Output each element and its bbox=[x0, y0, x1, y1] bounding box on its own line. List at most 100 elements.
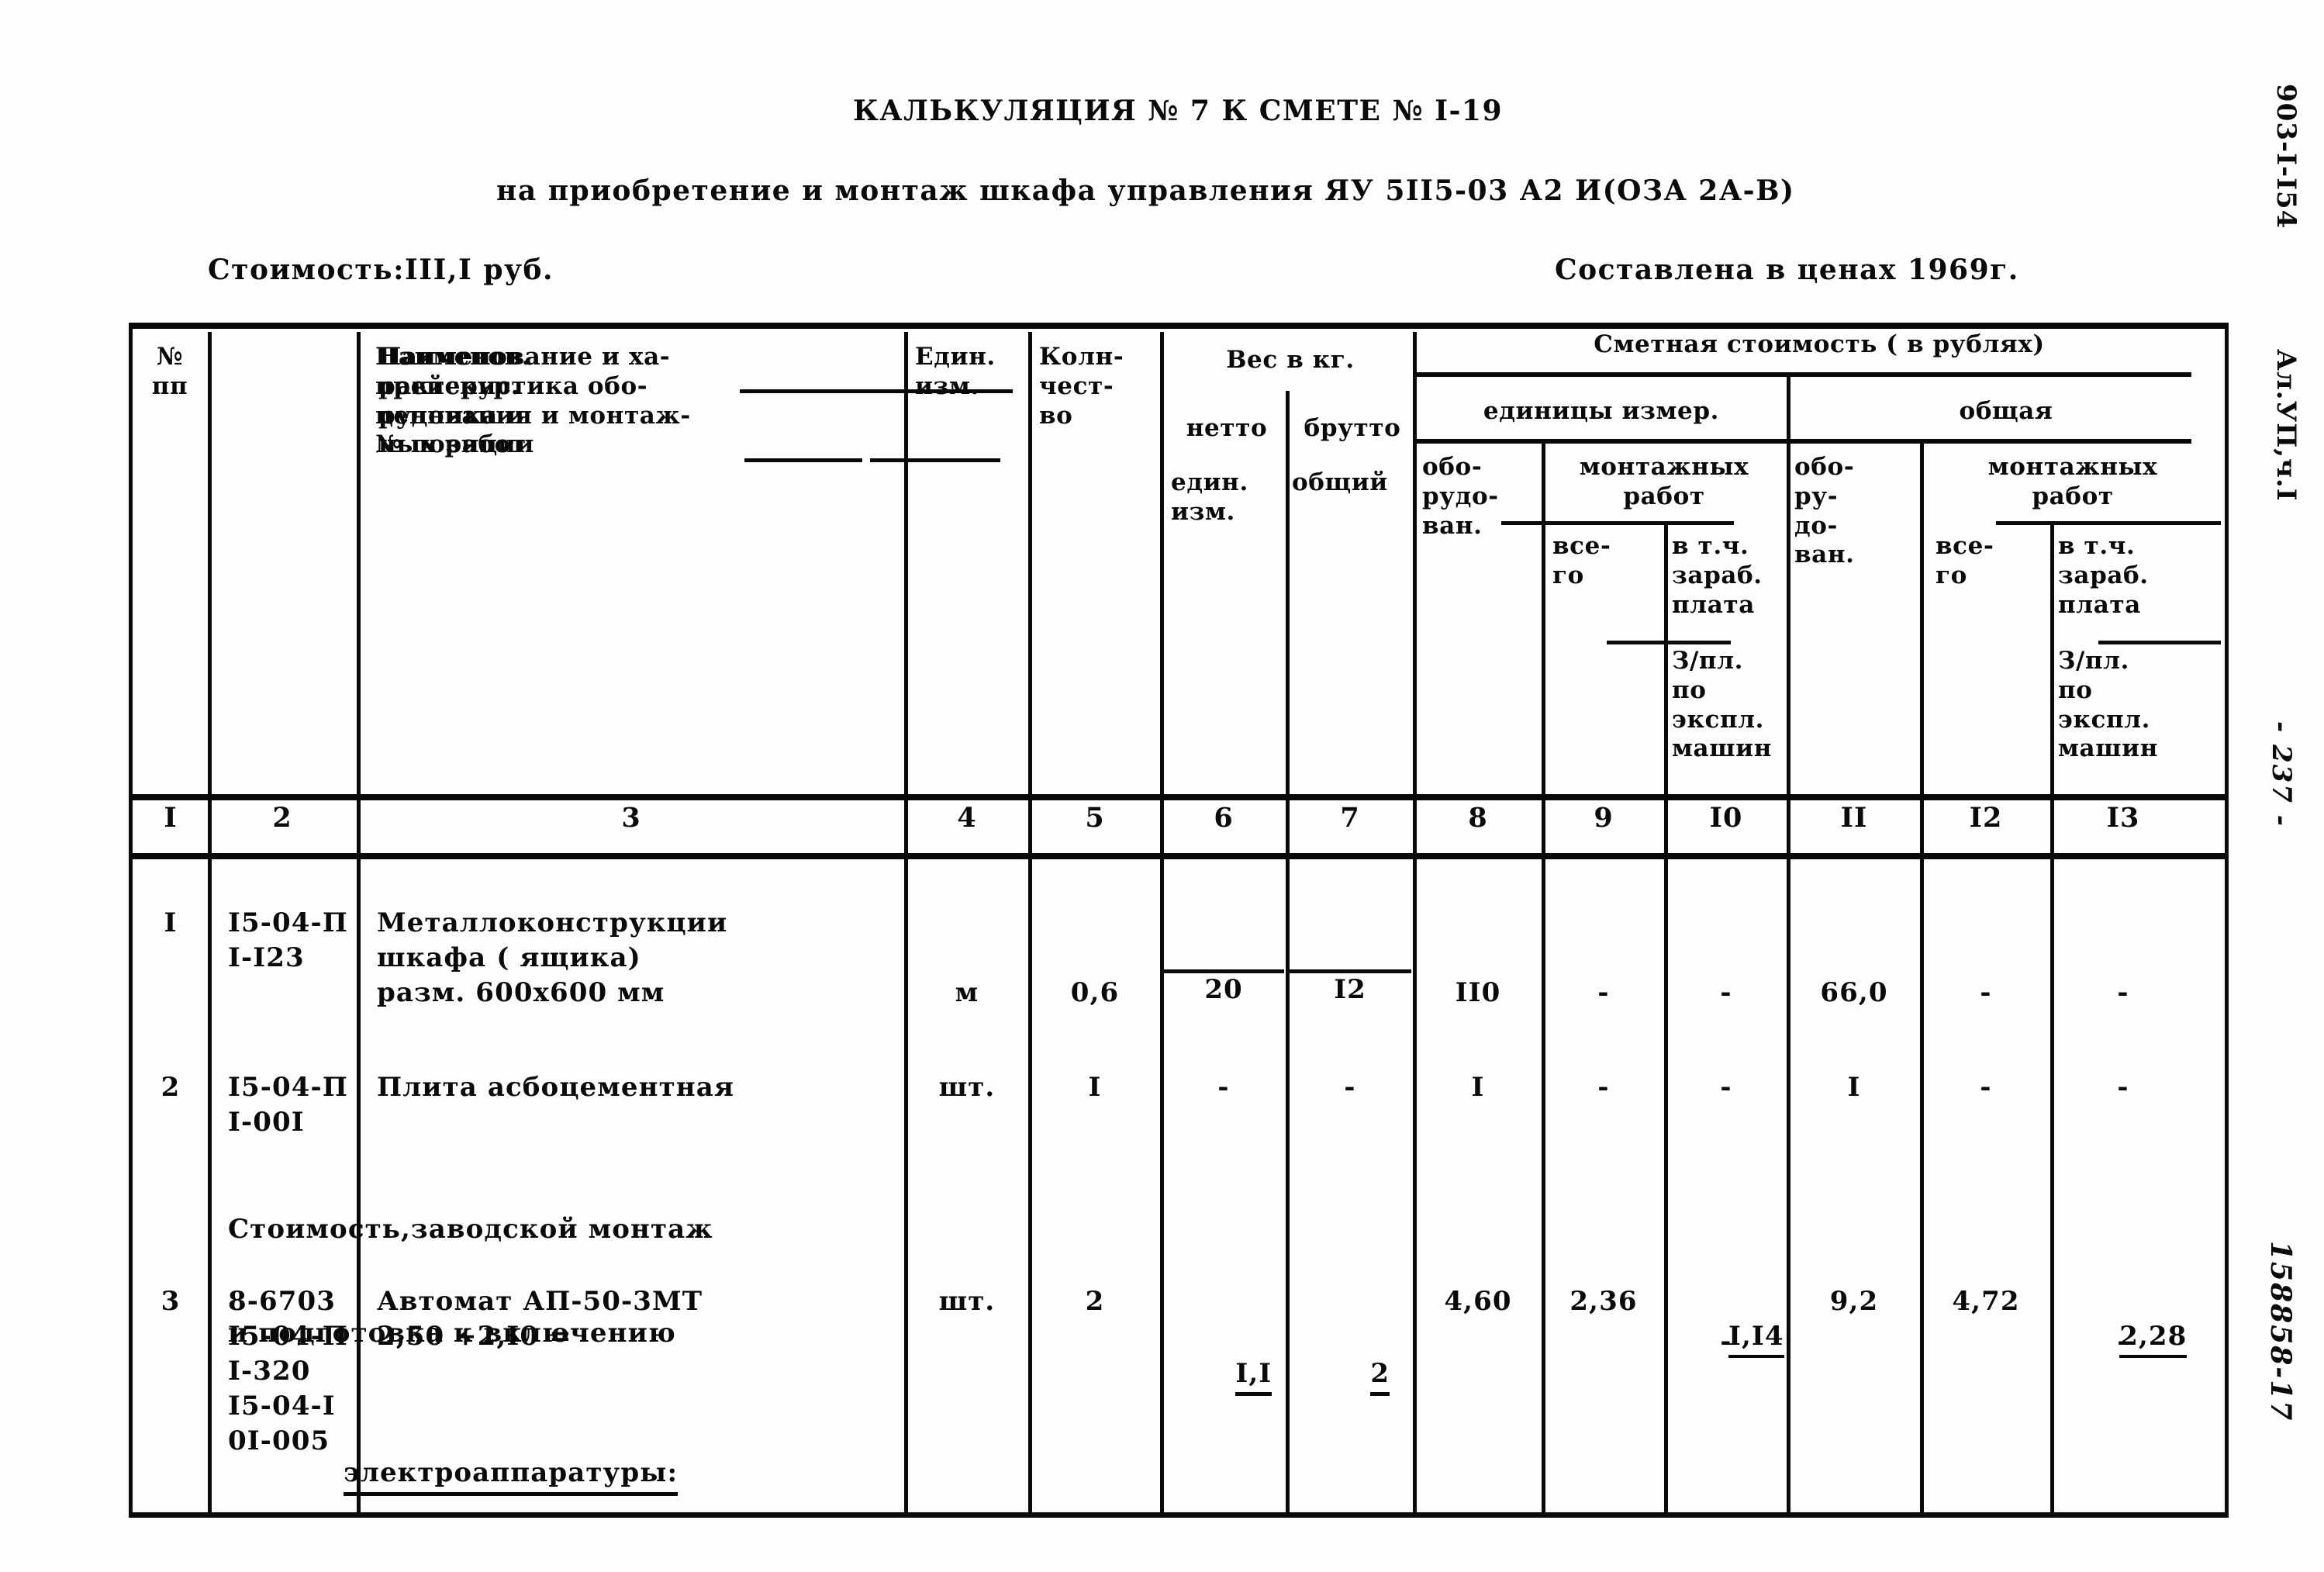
note-line-1: Стоимость,заводской монтаж bbox=[228, 1213, 713, 1245]
row2-brutto: - bbox=[1344, 1072, 1356, 1103]
header-cost-group: Сметная стоимость ( в рублях) bbox=[1594, 330, 2045, 358]
colnum-11: II bbox=[1840, 802, 1868, 834]
margin-top-code: 903-I-I54 bbox=[2270, 84, 2302, 230]
row1-unit-install-wage: - bbox=[1720, 977, 1732, 1008]
row2-unit-equipment: I bbox=[1471, 1072, 1485, 1103]
header-total-equipment: обо- ру- до- ван. bbox=[1794, 453, 1855, 569]
header-unit-install: монтажных работ bbox=[1579, 453, 1749, 510]
colnum-3: 3 bbox=[621, 802, 641, 834]
header-col4: Един. изм. bbox=[915, 343, 996, 400]
row3-total-install-all: 4,72 bbox=[1952, 1286, 2020, 1317]
document-page: КАЛЬКУЛЯЦИЯ № 7 К СМЕТЕ № I-19 на приобр… bbox=[0, 0, 2324, 1572]
header-col5: Колн- чест- во bbox=[1039, 343, 1124, 430]
row2-unit-install-all: - bbox=[1597, 1072, 1610, 1103]
edinicy-obshchaya-underline bbox=[1416, 439, 2191, 444]
row3-total-install-wage-sub: - bbox=[2117, 1326, 2129, 1357]
row1-total-equipment: 66,0 bbox=[1820, 977, 1888, 1008]
header-total-install: монтажных работ bbox=[1987, 453, 2158, 510]
header-unit-install-wage: в т.ч. зараб. плата bbox=[1672, 532, 1763, 619]
colnum-2: 2 bbox=[272, 802, 292, 834]
header-weight-brutto-sub: общий bbox=[1292, 468, 1388, 496]
header-unit-equipment: обо- рудо- ван. bbox=[1422, 453, 1499, 540]
row2-total-install-wage: - bbox=[2117, 1072, 2129, 1103]
row2-netto: - bbox=[1217, 1072, 1230, 1103]
colnum-5: 5 bbox=[1085, 802, 1105, 834]
colnum-13: I3 bbox=[2106, 802, 2140, 834]
row2-total-install-all: - bbox=[1980, 1072, 1992, 1103]
montazhnyh-rabot-underline-right bbox=[1996, 521, 2221, 525]
vrule-c1-c2 bbox=[208, 332, 212, 1512]
row3-netto-value: I,I bbox=[1235, 1356, 1273, 1396]
colnum-6: 6 bbox=[1214, 802, 1234, 834]
row1-unit-equipment: II0 bbox=[1455, 977, 1501, 1008]
row1-brutto-fraction: I2 bbox=[1289, 969, 1411, 1005]
colnum-10: I0 bbox=[1709, 802, 1743, 834]
row3-brutto: 2 bbox=[1289, 1322, 1411, 1431]
colnum-9: 9 bbox=[1594, 802, 1614, 834]
row3-netto: I,I bbox=[1163, 1322, 1284, 1431]
header-weight-group: Вес в кг. bbox=[1226, 346, 1355, 374]
row1-price-code: I5-04-П I-I23 bbox=[228, 907, 348, 973]
row2-unit-install-wage: - bbox=[1720, 1072, 1732, 1103]
header-total-install-all: все- го bbox=[1936, 532, 1994, 589]
row1-no: I bbox=[164, 907, 178, 938]
smetnaya-underline bbox=[1416, 372, 2191, 377]
row3-no: 3 bbox=[161, 1286, 181, 1317]
row1-netto-fraction: 20 bbox=[1163, 969, 1284, 1005]
row1-brutto-bar bbox=[1289, 969, 1411, 973]
header-col1: № пп bbox=[151, 343, 188, 400]
vrule-c10-c11 bbox=[1787, 375, 1790, 1512]
margin-bottom-code: 158858-17 bbox=[2264, 1241, 2297, 1422]
row3-brutto-value: 2 bbox=[1370, 1356, 1390, 1396]
margin-page-number: - 237 - bbox=[2266, 721, 2297, 827]
colnum-1: I bbox=[164, 802, 178, 834]
plata-underline-right bbox=[2098, 641, 2221, 644]
colnum-12: I2 bbox=[1969, 802, 2003, 834]
row3-total-equipment: 9,2 bbox=[1829, 1286, 1879, 1317]
header-total-install-wage-sub: З/пл. по экспл. машин bbox=[2058, 647, 2159, 763]
row3-price-code: 8-6703 I5-04-П I-320 I5-04-I 0I-005 bbox=[228, 1286, 348, 1456]
header-col3: Наименование и ха- рактеристика обо- руд… bbox=[378, 343, 691, 459]
row3-description: Автомат АП-50-3МТ 2,50 +2,I0 = bbox=[377, 1286, 703, 1352]
colnum-8: 8 bbox=[1468, 802, 1488, 834]
plata-underline-left bbox=[1607, 641, 1731, 644]
row2-no: 2 bbox=[161, 1072, 181, 1103]
header-total-install-wage: в т.ч. зараб. плата bbox=[2058, 532, 2149, 619]
total-cost-label: Стоимость:III,I руб. bbox=[208, 254, 554, 286]
row3-unit-equipment: 4,60 bbox=[1444, 1286, 1512, 1317]
row1-description: Металлоконструкции шкафа ( ящика) разм. … bbox=[377, 907, 728, 1008]
row2-description: Плита асбоцементная bbox=[377, 1072, 735, 1103]
row1-unit: м bbox=[955, 977, 979, 1008]
header-weight-netto-sub: един. изм. bbox=[1171, 468, 1248, 526]
colnum-bottom-border bbox=[129, 853, 2229, 859]
vrule-left-edge bbox=[129, 323, 133, 1518]
row1-unit-install-all: - bbox=[1597, 977, 1610, 1008]
note-line-3: электроаппаратуры: bbox=[344, 1456, 679, 1496]
row2-total-equipment: I bbox=[1847, 1072, 1861, 1103]
page-title: КАЛЬКУЛЯЦИЯ № 7 К СМЕТЕ № I-19 bbox=[853, 95, 1504, 127]
row1-total-install-wage: - bbox=[2117, 977, 2129, 1008]
row2-qty: I bbox=[1088, 1072, 1102, 1103]
margin-album: Ал.УП,ч.I bbox=[2270, 349, 2302, 502]
colnum-7: 7 bbox=[1340, 802, 1360, 834]
header-weight-brutto: брутто bbox=[1304, 414, 1401, 442]
row2-unit: шт. bbox=[938, 1072, 996, 1103]
table-top-border bbox=[129, 323, 2229, 329]
page-subtitle: на приобретение и монтаж шкафа управлени… bbox=[496, 174, 1795, 207]
vrule-c3-c4 bbox=[904, 332, 908, 1512]
header-cost-total: общая bbox=[1959, 397, 2053, 425]
row1-netto-den: 20 bbox=[1204, 974, 1243, 1005]
calculation-table: № пп Наименов. прейскур. ценника и № поз… bbox=[129, 323, 2229, 1518]
vrule-c7-c8 bbox=[1413, 332, 1417, 1512]
row1-total-install-all: - bbox=[1980, 977, 1992, 1008]
header-unit-install-all: все- го bbox=[1552, 532, 1611, 589]
row3-unit: шт. bbox=[938, 1286, 996, 1317]
row1-qty: 0,6 bbox=[1070, 977, 1120, 1008]
row3-unit-install-all: 2,36 bbox=[1569, 1286, 1638, 1317]
row3-unit-install-wage-sub: - bbox=[1720, 1326, 1732, 1357]
montazhnyh-rabot-underline-left bbox=[1501, 521, 1734, 525]
row2-price-code: I5-04-П I-00I bbox=[228, 1072, 348, 1138]
header-unit-install-wage-sub: З/пл. по экспл. машин bbox=[1672, 647, 1773, 763]
vrule-c4-c5 bbox=[1028, 332, 1032, 1512]
row1-brutto-den: I2 bbox=[1334, 974, 1366, 1005]
